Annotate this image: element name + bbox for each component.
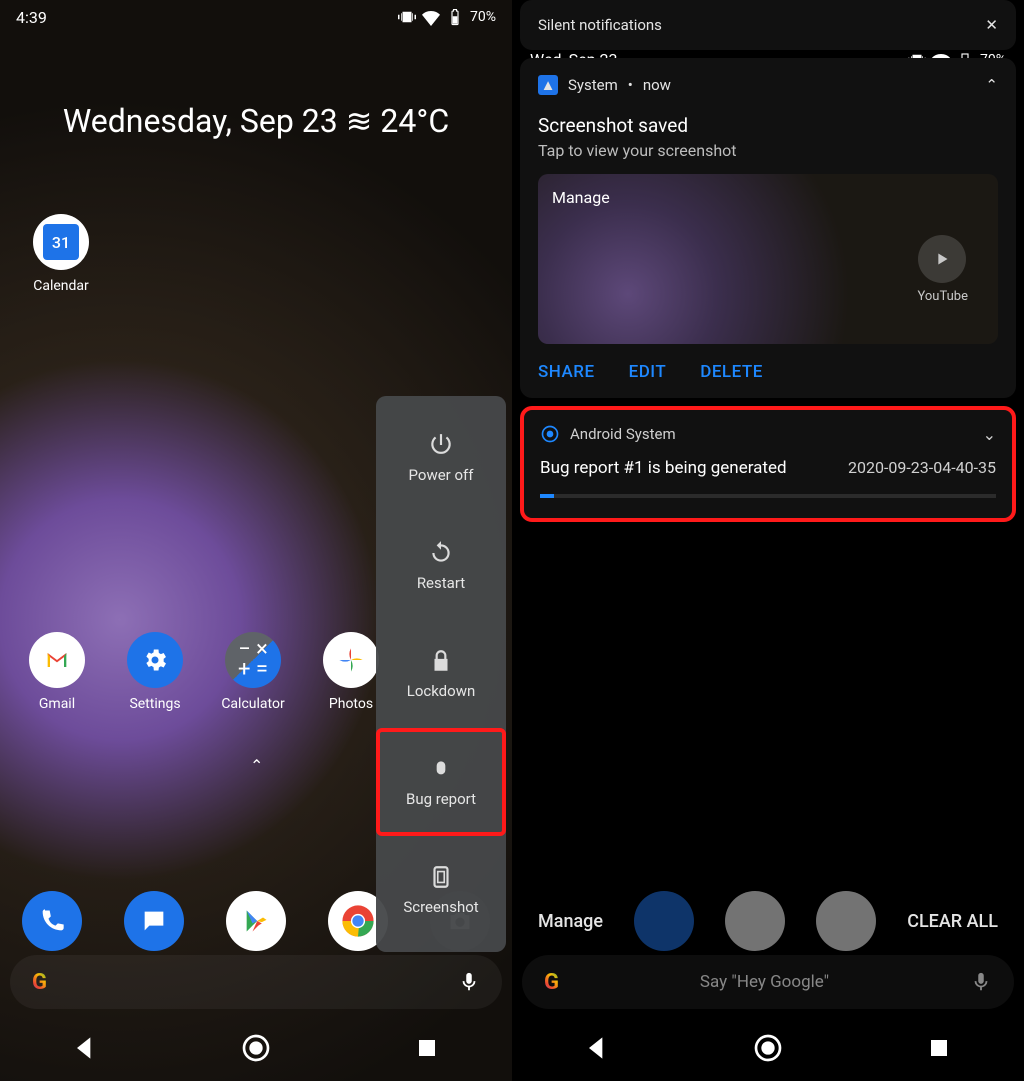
thumb-manage: Manage: [552, 188, 610, 207]
power-menu-lockdown[interactable]: Lockdown: [376, 620, 506, 728]
chevron-down-icon[interactable]: ⌄: [983, 425, 996, 444]
screenshot-label: Screenshot: [403, 898, 478, 916]
status-time: 4:39: [16, 8, 47, 27]
notification-bug-report[interactable]: Android System ⌄ Bug report #1 is being …: [520, 406, 1016, 522]
notif-subtitle: Tap to view your screenshot: [538, 141, 998, 160]
dock-play-store[interactable]: [725, 891, 785, 951]
silent-label: Silent notifications: [538, 16, 662, 34]
clear-all-button[interactable]: CLEAR ALL: [907, 911, 998, 932]
dock-phone[interactable]: [22, 891, 82, 951]
system-icon: ▲: [538, 75, 558, 95]
android-system-icon: [540, 424, 560, 444]
drawer-handle-icon[interactable]: ⌃: [250, 756, 263, 775]
silent-notifications-header: Silent notifications ✕: [520, 0, 1016, 50]
app-settings-label: Settings: [120, 696, 190, 712]
battery-icon: [446, 8, 464, 26]
notif-title: Screenshot saved: [538, 114, 998, 137]
notification-screenshot[interactable]: ▲ System • now ⌃ Screenshot saved Tap to…: [520, 58, 1016, 398]
mic-icon[interactable]: [458, 971, 480, 993]
gmail-icon: [43, 646, 71, 674]
gear-icon: [141, 646, 169, 674]
app-calendar[interactable]: 31 Calendar: [26, 214, 96, 294]
bug-title: Bug report #1 is being generated: [540, 458, 787, 478]
dock-chrome[interactable]: [816, 891, 876, 951]
dock-messages[interactable]: [634, 891, 694, 951]
nav-home[interactable]: [240, 1032, 272, 1064]
photos-icon: [337, 646, 365, 674]
lockdown-label: Lockdown: [407, 682, 476, 700]
dock-messages[interactable]: [124, 891, 184, 951]
wifi-icon: [422, 8, 440, 26]
google-g-icon: G: [544, 970, 559, 995]
youtube-icon: [931, 248, 953, 270]
action-edit[interactable]: EDIT: [629, 362, 667, 382]
shade-footer: Manage CLEAR ALL: [512, 891, 1024, 951]
lock-icon: [428, 648, 454, 674]
battery-pct: 70%: [470, 9, 496, 25]
app-gmail-label: Gmail: [22, 696, 92, 712]
power-menu-restart[interactable]: Restart: [376, 512, 506, 620]
manage-button[interactable]: Manage: [538, 911, 603, 932]
search-hint: Say "Hey Google": [700, 972, 829, 992]
app-settings[interactable]: Settings: [120, 632, 190, 712]
app-calendar-label: Calendar: [26, 278, 96, 294]
google-search-bar[interactable]: G: [10, 955, 502, 1009]
mic-icon[interactable]: [970, 971, 992, 993]
power-icon: [428, 432, 454, 458]
thumb-youtube: YouTube: [918, 235, 969, 304]
notif-app: System: [568, 76, 618, 94]
date-weather-widget[interactable]: Wednesday, Sep 23 ≋ 24°C: [0, 102, 512, 140]
bug-report-label: Bug report: [406, 790, 476, 808]
power-menu-screenshot[interactable]: Screenshot: [376, 836, 506, 944]
power-menu-bug-report[interactable]: Bug report: [376, 728, 506, 836]
app-calculator[interactable]: − ×+ = Calculator: [218, 632, 288, 712]
app-calculator-label: Calculator: [218, 696, 288, 712]
action-share[interactable]: SHARE: [538, 362, 595, 382]
screenshot-icon: [428, 864, 454, 890]
restart-label: Restart: [417, 574, 465, 592]
google-search-bar[interactable]: G Say "Hey Google": [522, 955, 1014, 1009]
bug-icon: [428, 756, 454, 782]
restart-icon: [428, 540, 454, 566]
bug-timestamp: 2020-09-23-04-40-35: [848, 458, 996, 478]
app-gmail[interactable]: Gmail: [22, 632, 92, 712]
nav-recents[interactable]: [923, 1032, 955, 1064]
vibrate-icon: [398, 8, 416, 26]
close-icon[interactable]: ✕: [985, 16, 998, 34]
screen-home: 4:39 70% Wednesday, Sep 23 ≋ 24°C 31 Cal…: [0, 0, 512, 1081]
phone-icon: [38, 907, 66, 935]
nav-home[interactable]: [752, 1032, 784, 1064]
action-delete[interactable]: DELETE: [700, 362, 763, 382]
bug-progress: [540, 494, 996, 498]
notif-actions: SHARE EDIT DELETE: [538, 362, 998, 382]
nav-back[interactable]: [581, 1032, 613, 1064]
calendar-day: 31: [43, 224, 79, 260]
screen-notification-shade: 4:41 Wed, Sep 23 70% Silent notification…: [512, 0, 1024, 1081]
nav-bar: [512, 1015, 1024, 1081]
message-icon: [140, 907, 168, 935]
screenshot-thumbnail[interactable]: Manage YouTube: [538, 174, 998, 344]
nav-bar: [0, 1015, 512, 1081]
nav-back[interactable]: [69, 1032, 101, 1064]
chevron-up-icon[interactable]: ⌃: [985, 76, 998, 94]
play-icon: [242, 907, 270, 935]
google-g-icon: G: [32, 970, 47, 995]
dock-play-store[interactable]: [226, 891, 286, 951]
power-off-label: Power off: [409, 466, 474, 484]
power-menu: Power off Restart Lockdown Bug report Sc…: [376, 396, 506, 952]
bug-app: Android System: [570, 425, 676, 443]
notif-time: now: [643, 76, 671, 94]
power-menu-power-off[interactable]: Power off: [376, 404, 506, 512]
chrome-icon: [341, 904, 375, 938]
nav-recents[interactable]: [411, 1032, 443, 1064]
status-bar: 4:39 70%: [0, 0, 512, 34]
